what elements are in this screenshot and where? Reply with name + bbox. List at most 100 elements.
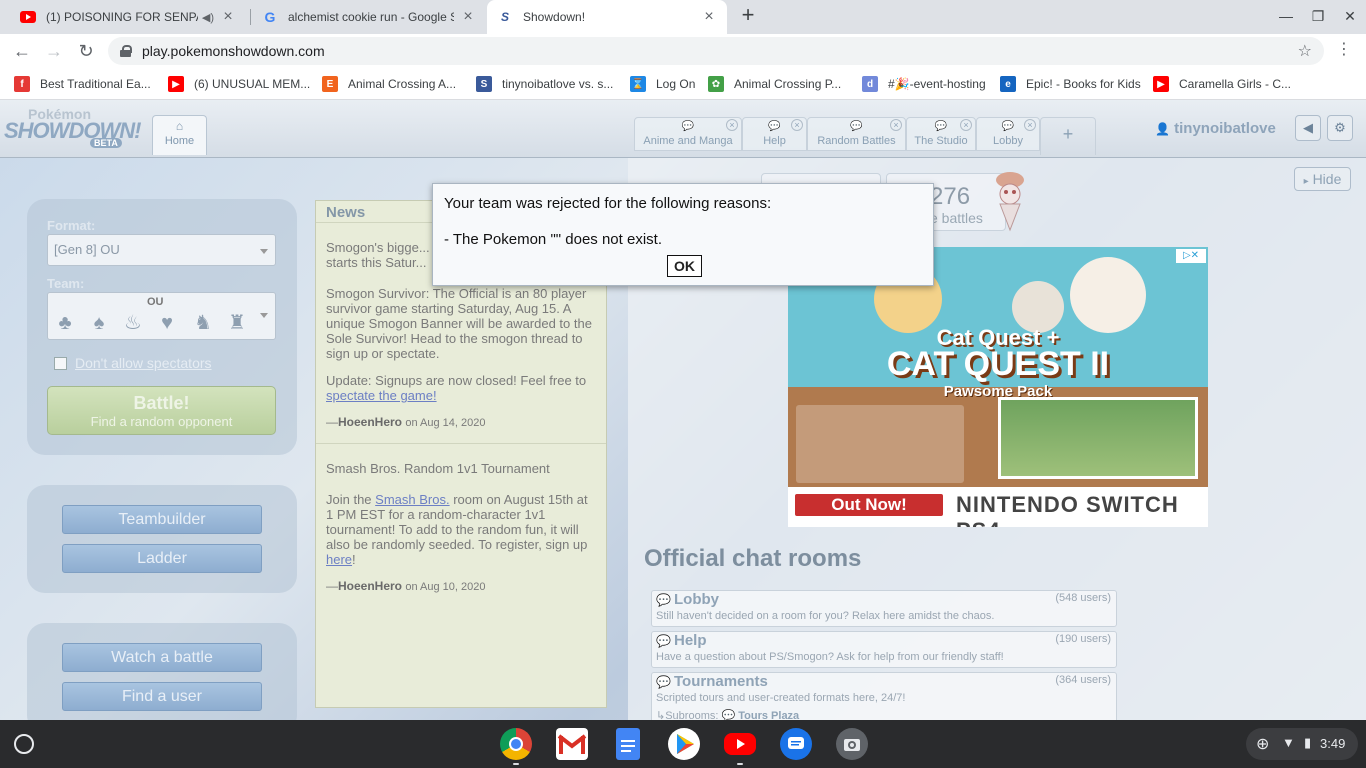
bookmark-item[interactable]: ▶ Caramella Girls - C... — [1153, 76, 1291, 92]
bookmark-item[interactable]: ▶ (6) UNUSUAL MEM... — [168, 76, 310, 92]
format-select[interactable]: [Gen 8] OU — [47, 234, 276, 266]
tab-divider — [250, 9, 251, 25]
camera-icon[interactable] — [836, 728, 868, 760]
browser-tab-google[interactable]: G alchemist cookie run - Google Se × — [252, 0, 486, 34]
smash-bros-link[interactable]: Smash Bros. — [375, 492, 449, 507]
official-chat-rooms-heading: Official chat rooms — [644, 545, 862, 572]
bookmark-star-icon[interactable]: ☆ — [1298, 41, 1312, 61]
docs-icon[interactable] — [616, 728, 640, 760]
chat-room-tournaments[interactable]: 💬 Tournaments (364 users) Scripted tours… — [651, 672, 1117, 720]
showdown-page: Pokémon SHOWDOWN! BETA ⌂ Home 💬 Anime an… — [0, 100, 1366, 720]
bookmark-item[interactable]: E Animal Crossing A... — [322, 76, 456, 92]
browser-tab-youtube[interactable]: (1) POISONING FOR SENPAI ◀) × — [10, 0, 246, 34]
room-tab-random-battles[interactable]: 💬 Random Battles × — [807, 117, 906, 151]
clock-text: 3:49 — [1320, 736, 1346, 751]
running-indicator — [737, 763, 743, 765]
minimize-icon[interactable]: — — [1276, 6, 1296, 26]
reload-icon[interactable]: ↻ — [74, 39, 98, 63]
new-tab-button[interactable]: + — [736, 4, 760, 28]
close-tab-icon[interactable]: × — [701, 9, 717, 25]
no-spectators-toggle[interactable]: Don't allow spectators — [54, 355, 212, 371]
close-room-icon[interactable]: × — [890, 119, 902, 131]
checkbox[interactable] — [54, 356, 67, 370]
ladder-button[interactable]: Ladder — [62, 544, 262, 573]
audio-playing-icon[interactable]: ◀) — [202, 11, 214, 24]
room-tab-the-studio[interactable]: 💬 The Studio × — [906, 117, 976, 151]
dialog-reason: - The Pokemon "" does not exist. — [444, 231, 662, 248]
news-author: HoeenHero — [338, 415, 403, 429]
bookmark-item[interactable]: Stinynoibatlove vs. s... — [476, 76, 613, 92]
battle-count: 276 — [930, 183, 971, 210]
room-tab-label: The Studio — [914, 135, 968, 147]
status-tray[interactable]: ⊕ ▼ ▮ 3:49 — [1246, 728, 1358, 760]
gmail-icon[interactable] — [556, 728, 588, 760]
browser-tab-showdown[interactable]: S Showdown! × — [487, 0, 727, 34]
battle-button[interactable]: Battle! Find a random opponent — [47, 386, 276, 435]
settings-gear-icon[interactable]: ⚙ — [1327, 115, 1353, 141]
subroom-link[interactable]: Tours Plaza — [738, 710, 799, 720]
teambuilder-button[interactable]: Teambuilder — [62, 505, 262, 534]
news-divider — [316, 443, 606, 444]
ad-choices-icon[interactable]: ▷✕ — [1176, 249, 1206, 263]
bookmark-item[interactable]: e Epic! - Books for Kids — [1000, 76, 1141, 92]
bookmark-item[interactable]: f Best Traditional Ea... — [14, 76, 151, 92]
lock-icon[interactable] — [120, 45, 132, 57]
ad-cta-button[interactable]: Out Now! — [793, 492, 945, 518]
restore-icon[interactable]: ❐ — [1308, 6, 1328, 26]
find-user-button[interactable]: Find a user — [62, 682, 262, 711]
advertisement-banner[interactable]: ▷✕ Cat Quest + CAT QUEST II Pawsome Pack… — [788, 247, 1208, 527]
forward-arrow-icon[interactable]: → — [42, 39, 66, 63]
room-tab-lobby[interactable]: 💬 Lobby × — [976, 117, 1040, 151]
back-arrow-icon[interactable]: ← — [10, 39, 34, 63]
close-tab-icon[interactable]: × — [220, 9, 236, 25]
close-room-icon[interactable]: × — [726, 119, 738, 131]
bookmark-label: #🎉-event-hosting — [888, 77, 986, 91]
close-window-icon[interactable]: ✕ — [1340, 6, 1360, 26]
watch-battle-button[interactable]: Watch a battle — [62, 643, 262, 672]
close-room-icon[interactable]: × — [791, 119, 803, 131]
close-room-icon[interactable]: × — [960, 119, 972, 131]
bookmark-label: (6) UNUSUAL MEM... — [194, 77, 311, 91]
launcher-icon[interactable] — [14, 734, 34, 754]
home-tab[interactable]: ⌂ Home — [152, 115, 207, 155]
play-store-icon[interactable] — [668, 728, 700, 760]
chrome-icon[interactable] — [500, 728, 532, 760]
chat-room-help[interactable]: 💬 Help (190 users) Have a question about… — [651, 631, 1117, 668]
bookmark-item[interactable]: ⌛ Log On — [630, 76, 695, 92]
messages-icon[interactable] — [780, 728, 812, 760]
new-room-tab-button[interactable]: + — [1040, 117, 1096, 155]
hourglass-icon: ⌛ — [630, 76, 646, 92]
spectate-link[interactable]: spectate the game! — [326, 388, 437, 403]
chat-room-lobby[interactable]: 💬 Lobby (548 users) Still haven't decide… — [651, 590, 1117, 627]
add-circle-icon[interactable]: ⊕ — [1256, 734, 1269, 754]
room-user-count: (364 users) — [1055, 674, 1111, 686]
news-date: on Aug 10, 2020 — [405, 581, 486, 593]
chat-bubble-icon: 💬 — [656, 634, 671, 648]
bookmark-item[interactable]: d #🎉-event-hosting — [862, 76, 986, 92]
close-tab-icon[interactable]: × — [460, 9, 476, 25]
youtube-icon[interactable] — [724, 733, 756, 755]
address-bar[interactable]: play.pokemonshowdown.com ☆ — [108, 37, 1324, 65]
leaf-icon: ✿ — [708, 76, 724, 92]
room-user-count: (548 users) — [1055, 592, 1111, 604]
news-update-text: Update: Signups are now closed! Feel fre… — [326, 373, 587, 388]
browser-menu-icon[interactable]: ⋮ — [1336, 39, 1352, 59]
team-select[interactable]: OU ♣ ♠ ♨ ♥ ♞ ♜ — [47, 292, 276, 340]
showdown-header: Pokémon SHOWDOWN! BETA ⌂ Home 💬 Anime an… — [0, 100, 1366, 158]
here-link[interactable]: here — [326, 552, 352, 567]
ok-button[interactable]: OK — [667, 255, 702, 277]
room-description: Have a question about PS/Smogon? Ask for… — [656, 651, 1004, 663]
battle-button-title: Battle! — [133, 393, 190, 413]
hide-button[interactable]: ▸ Hide — [1294, 167, 1351, 191]
username-text: tinynoibatlove — [1174, 120, 1276, 137]
room-tab-help[interactable]: 💬 Help × — [742, 117, 807, 151]
close-room-icon[interactable]: × — [1024, 119, 1036, 131]
room-tab-label: Help — [763, 135, 786, 147]
sound-icon[interactable]: ◀ — [1295, 115, 1321, 141]
bookmark-item[interactable]: ✿ Animal Crossing P... — [708, 76, 841, 92]
username-button[interactable]: 👤 tinynoibatlove — [1155, 120, 1276, 137]
room-tab-anime-and-manga[interactable]: 💬 Anime and Manga × — [634, 117, 742, 151]
showdown-logo[interactable]: Pokémon SHOWDOWN! BETA — [4, 106, 148, 150]
bookmarks-bar: f Best Traditional Ea... ▶ (6) UNUSUAL MEM… — [0, 68, 1366, 100]
url-text[interactable]: play.pokemonshowdown.com — [142, 43, 325, 59]
